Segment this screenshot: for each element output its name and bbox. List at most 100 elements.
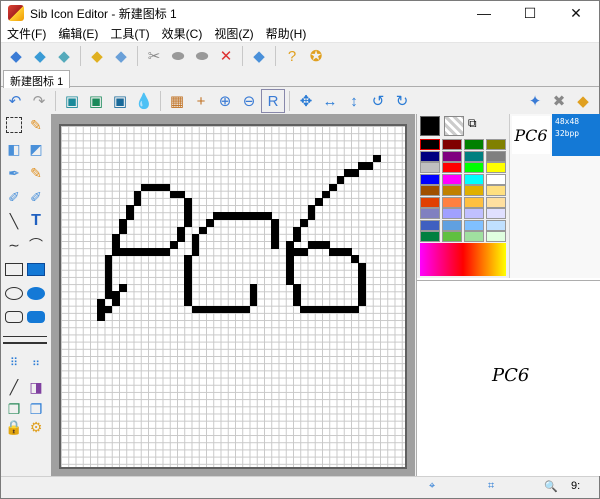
help-icon[interactable]: ? <box>280 44 304 68</box>
about-icon[interactable]: ✪ <box>304 44 328 68</box>
color-swatch[interactable] <box>420 162 440 173</box>
layer3-icon[interactable]: ▣ <box>108 89 132 113</box>
ellipse-icon[interactable] <box>3 282 25 304</box>
menu-edit[interactable]: 编辑(E) <box>52 25 104 42</box>
layer-icon[interactable]: ▣ <box>60 89 84 113</box>
color-swatch[interactable] <box>420 139 440 150</box>
color-swatch[interactable] <box>442 219 462 231</box>
maximize-button[interactable]: ☐ <box>507 1 553 25</box>
color-swatch[interactable] <box>464 139 484 150</box>
zoom-fit-icon[interactable]: R <box>261 89 285 113</box>
save-icon[interactable]: ◆ <box>52 44 76 68</box>
new-icon[interactable]: ◆ <box>4 44 28 68</box>
line-icon[interactable]: ╲ <box>3 210 25 232</box>
color-swatch[interactable] <box>420 231 440 242</box>
lock-icon[interactable]: 🔒 <box>3 416 25 438</box>
close-button[interactable]: ✕ <box>553 1 599 25</box>
menu-help[interactable]: 帮助(H) <box>260 25 313 42</box>
line-width-icon[interactable] <box>3 336 47 337</box>
dots-small-icon[interactable]: ⠶ <box>25 352 47 374</box>
eraser-icon[interactable]: ◧ <box>3 138 25 160</box>
undo-icon[interactable]: ↶ <box>3 89 27 113</box>
filled-rectangle-icon[interactable] <box>25 258 47 280</box>
color-swatch[interactable] <box>464 231 484 242</box>
import-icon[interactable]: ◆ <box>109 44 133 68</box>
open-icon[interactable]: ◆ <box>28 44 52 68</box>
copy-icon[interactable]: ⬬ <box>166 44 190 68</box>
current-color-swatch[interactable] <box>420 116 440 136</box>
pixel-grid[interactable] <box>59 124 407 469</box>
brush-icon[interactable]: ✐ <box>3 186 25 208</box>
text-icon[interactable]: T <box>25 210 47 232</box>
color-swatch[interactable] <box>442 173 462 185</box>
picker-icon[interactable]: ✒ <box>3 162 25 184</box>
spray-icon[interactable]: ✎ <box>25 162 47 184</box>
color-swatch[interactable] <box>486 173 506 185</box>
rect-select-icon[interactable] <box>6 117 22 133</box>
color-swatch[interactable] <box>464 150 484 162</box>
zoom-out-icon[interactable]: ⊖ <box>237 89 261 113</box>
color-swatch[interactable] <box>486 185 506 196</box>
color-swatch[interactable] <box>420 196 440 208</box>
color-swatch[interactable] <box>486 231 506 242</box>
page-properties-icon[interactable]: ◆ <box>571 89 595 113</box>
color-swatch[interactable] <box>420 208 440 219</box>
pencil-icon[interactable]: ✎ <box>25 114 47 136</box>
add-page-icon[interactable]: ✦ <box>523 89 547 113</box>
menu-file[interactable]: 文件(F) <box>1 25 52 42</box>
delete-icon[interactable]: ✕ <box>214 44 238 68</box>
image-format-label[interactable]: 48x48 32bpp <box>552 114 600 156</box>
cross-icon[interactable]: + <box>189 89 213 113</box>
minimize-button[interactable]: — <box>461 1 507 25</box>
color-swatch[interactable] <box>464 219 484 231</box>
color-gradient[interactable] <box>420 243 506 276</box>
background-color-swatch[interactable] <box>444 116 464 136</box>
redo-icon[interactable]: ↷ <box>27 89 51 113</box>
color-swatch[interactable] <box>442 231 462 242</box>
line-width-thick-icon[interactable] <box>3 342 47 344</box>
swap-colors-icon[interactable]: ⧉ <box>468 116 486 134</box>
fill-icon[interactable]: ◩ <box>25 138 47 160</box>
menu-tools[interactable]: 工具(T) <box>104 25 155 42</box>
color-swatch[interactable] <box>464 208 484 219</box>
color-swatch[interactable] <box>486 162 506 173</box>
color-swatch[interactable] <box>486 139 506 150</box>
color-swatch[interactable] <box>442 208 462 219</box>
gradient-line-icon[interactable]: ╱ <box>3 376 25 398</box>
color-swatch[interactable] <box>486 219 506 231</box>
rotate-left-icon[interactable]: ↺ <box>366 89 390 113</box>
color-swatch[interactable] <box>420 219 440 231</box>
color-swatch[interactable] <box>442 139 462 150</box>
dots-large-icon[interactable]: ⠿ <box>3 352 25 374</box>
color-swatch[interactable] <box>420 173 440 185</box>
rectangle-icon[interactable] <box>3 258 25 280</box>
rounded-rect-icon[interactable] <box>3 306 25 328</box>
color-swatch[interactable] <box>442 162 462 173</box>
color-swatch[interactable] <box>464 173 484 185</box>
layer2-icon[interactable]: ▣ <box>84 89 108 113</box>
color-swatch[interactable] <box>420 185 440 196</box>
remove-page-icon[interactable]: ✖ <box>547 89 571 113</box>
color-swatch[interactable] <box>442 196 462 208</box>
arc-icon[interactable]: ⌒ <box>25 234 47 256</box>
tab-new-icon[interactable]: 新建图标 1 <box>3 70 71 88</box>
left-right-icon[interactable]: ↔ <box>318 89 342 113</box>
options-icon[interactable]: ◆ <box>247 44 271 68</box>
paste-icon[interactable]: ⬬ <box>190 44 214 68</box>
color-swatch[interactable] <box>486 196 506 208</box>
rotate-right-icon[interactable]: ↻ <box>390 89 414 113</box>
curve-icon[interactable]: ∼ <box>3 234 25 256</box>
zoom-in-icon[interactable]: ⊕ <box>213 89 237 113</box>
up-down-icon[interactable]: ↕ <box>342 89 366 113</box>
color-swatch[interactable] <box>464 196 484 208</box>
filled-ellipse-icon[interactable] <box>25 282 47 304</box>
add-image-icon[interactable]: ◆ <box>85 44 109 68</box>
menu-effects[interactable]: 效果(C) <box>156 25 209 42</box>
replace-icon[interactable]: ✐ <box>25 186 47 208</box>
filled-rounded-rect-icon[interactable] <box>25 306 47 328</box>
color-swatch[interactable] <box>442 185 462 196</box>
color-swatch[interactable] <box>464 185 484 196</box>
move-icon[interactable]: ✥ <box>294 89 318 113</box>
color-swatch[interactable] <box>420 150 440 162</box>
effects-icon[interactable]: ⚙ <box>25 416 47 438</box>
